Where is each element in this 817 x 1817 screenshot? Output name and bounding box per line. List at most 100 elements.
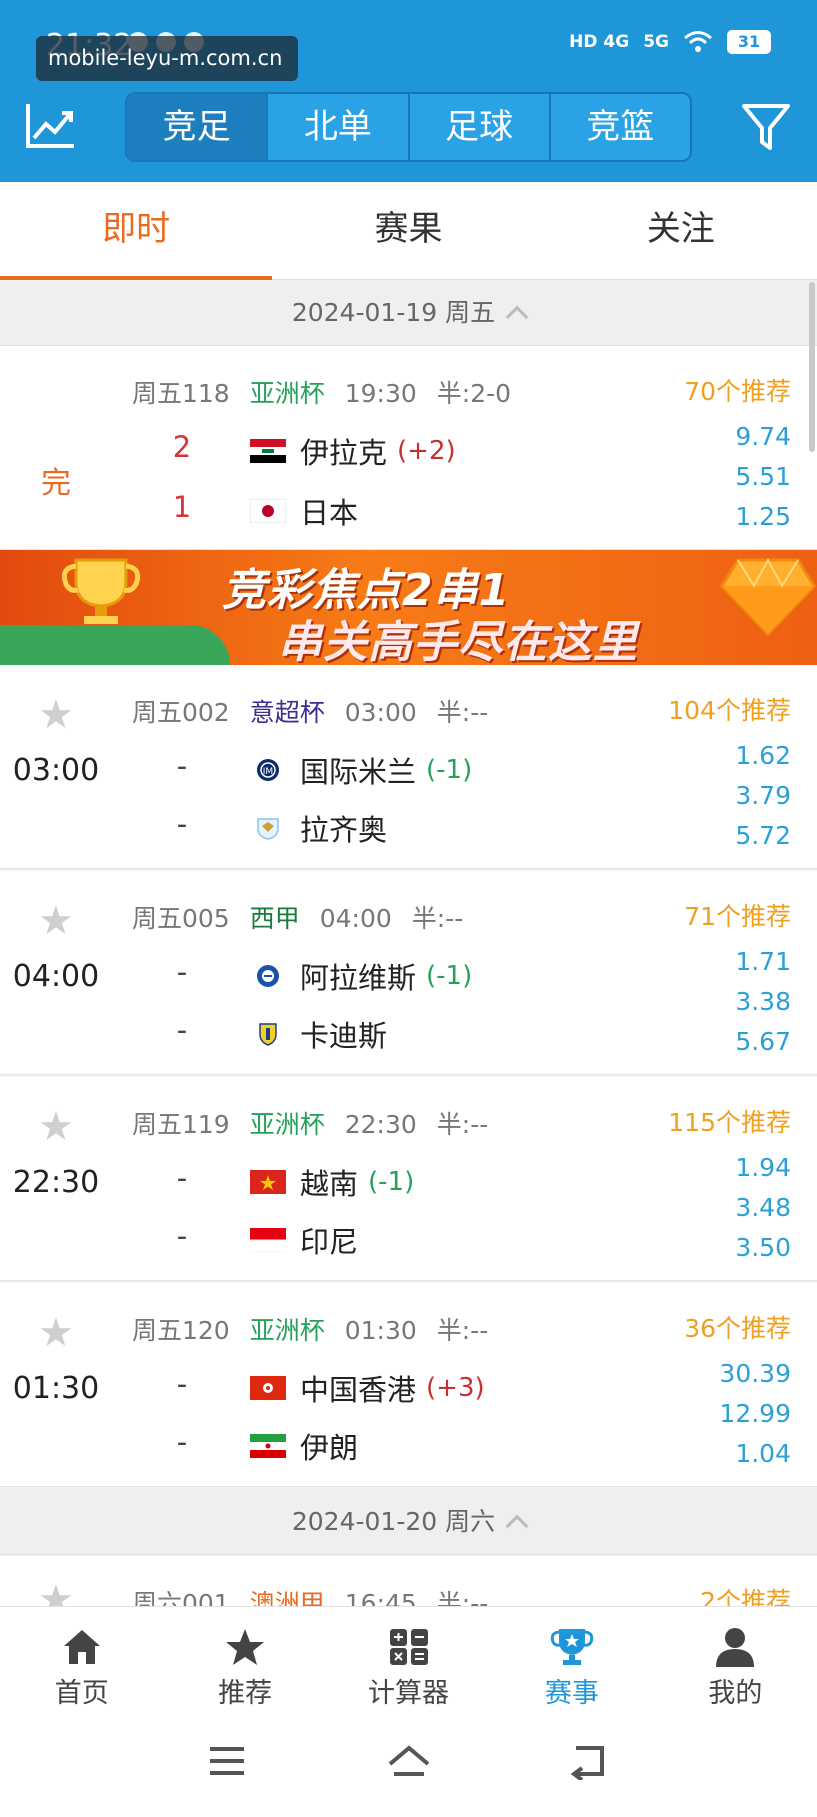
nav-recommend-label: 推荐 [218, 1678, 273, 1709]
tab-live[interactable]: 即时 [0, 182, 273, 281]
favorite-star-icon[interactable]: ★ [38, 901, 74, 941]
recommend-count[interactable]: 2个推荐 [700, 1582, 791, 1606]
odds-loss[interactable]: 3.50 [735, 1233, 791, 1262]
half-score: 半:-- [411, 904, 464, 933]
nav-home[interactable]: 首页 [0, 1607, 163, 1714]
handicap: (+3) [426, 1373, 485, 1403]
trend-chart-icon[interactable] [24, 100, 78, 152]
bottom-navigation: 首页 推荐 计算器 赛事 我的 [0, 1606, 817, 1714]
kickoff-time: 16:45 [344, 1589, 417, 1606]
wifi-icon [684, 31, 712, 52]
recommend-count[interactable]: 115个推荐 [668, 1103, 791, 1139]
odds-win[interactable]: 1.71 [735, 947, 791, 976]
match-card[interactable]: ★ 03:00 周五002 意超杯 03:00 半:-- 104个推荐 - - IM … [0, 665, 817, 869]
odds-draw[interactable]: 3.79 [735, 781, 791, 810]
odds-win[interactable]: 30.39 [719, 1359, 791, 1388]
recommend-count[interactable]: 71个推荐 [684, 897, 791, 933]
scrollbar[interactable] [809, 282, 815, 452]
diamond-icon [720, 557, 816, 636]
tab-results[interactable]: 赛果 [272, 182, 544, 279]
match-card[interactable]: ★ 04:00 周五005 西甲 04:00 半:-- 71个推荐 - - 阿拉维斯 … [0, 871, 817, 1075]
half-score: 半:-- [436, 1589, 489, 1606]
segment-beidan[interactable]: 北单 [266, 94, 407, 160]
nav-profile[interactable]: 我的 [654, 1607, 817, 1714]
half-score: 半:2-0 [436, 379, 512, 408]
segment-basketball[interactable]: 竞篮 [548, 94, 690, 160]
odds-win[interactable]: 1.62 [735, 741, 791, 770]
favorite-star-icon[interactable]: ★ [38, 1313, 74, 1353]
japan-flag-icon [250, 499, 286, 523]
favorite-star-icon[interactable]: ★ [38, 1107, 74, 1147]
nav-calculator[interactable]: 计算器 [327, 1607, 490, 1714]
segment-jingzu[interactable]: 竞足 [127, 94, 267, 160]
star-icon [226, 1629, 265, 1665]
match-card[interactable]: 完 周五118 亚洲杯 19:30 半:2-0 70个推荐 2 1 伊拉克 (+2) … [0, 346, 817, 550]
recommend-count[interactable]: 70个推荐 [684, 372, 791, 408]
away-score: 1 [172, 490, 192, 524]
lazio-logo-icon [257, 818, 279, 840]
menu-icon[interactable] [208, 1744, 246, 1778]
promo-banner[interactable]: 竞彩焦点2串1 串关高手尽在这里 [0, 550, 817, 665]
recommend-count[interactable]: 36个推荐 [684, 1309, 791, 1345]
kickoff-time: 22:30 [344, 1110, 417, 1139]
calculator-icon [389, 1629, 428, 1665]
home-team: 越南 (-1) [250, 1161, 414, 1203]
date-header[interactable]: 2024-01-20 周六 [0, 1489, 817, 1555]
league-name: 亚洲杯 [249, 1316, 325, 1345]
half-score: 半:-- [436, 698, 489, 727]
system-navigation-bar [0, 1714, 817, 1817]
half-score: 半:-- [436, 1110, 489, 1139]
segment-football[interactable]: 足球 [407, 94, 549, 160]
nav-events[interactable]: 赛事 [490, 1607, 653, 1714]
odds-draw[interactable]: 3.48 [735, 1193, 791, 1222]
odds-loss[interactable]: 1.25 [735, 502, 791, 531]
alaves-logo-icon [257, 965, 279, 987]
odds-draw[interactable]: 5.51 [735, 462, 791, 491]
half-score: 半:-- [436, 1316, 489, 1345]
indonesia-flag-icon [250, 1228, 286, 1252]
match-status: 01:30 [12, 1371, 100, 1406]
match-meta: 周五118 亚洲杯 19:30 半:2-0 [132, 374, 511, 410]
handicap: (+2) [397, 436, 456, 466]
user-icon [716, 1628, 755, 1667]
home-button-icon[interactable] [386, 1744, 432, 1782]
match-code: 周六001 [132, 1589, 230, 1606]
recommend-count[interactable]: 104个推荐 [668, 691, 791, 727]
match-status: 完 [41, 466, 71, 501]
odds-loss[interactable]: 1.04 [735, 1439, 791, 1468]
league-name: 西甲 [249, 904, 300, 933]
nav-recommend[interactable]: 推荐 [163, 1607, 326, 1714]
home-score: - [176, 1367, 188, 1401]
away-team: 印尼 [250, 1219, 358, 1261]
favorite-star-icon[interactable]: ★ [38, 1580, 74, 1606]
away-score: - [176, 1219, 188, 1253]
match-code: 周五005 [132, 904, 230, 933]
filter-icon[interactable] [740, 102, 792, 152]
chevron-up-icon [505, 1514, 529, 1538]
nav-profile-label: 我的 [708, 1678, 763, 1709]
date-header[interactable]: 2024-01-19 周五 [0, 280, 817, 346]
nav-events-label: 赛事 [544, 1678, 599, 1709]
app-header: 21:32 HD 4G 5G 31 mobile-leyu-m.com.cn 竞… [0, 0, 817, 182]
chevron-up-icon [505, 305, 529, 329]
odds-win[interactable]: 1.94 [735, 1153, 791, 1182]
match-card[interactable]: ★ 周六001 澳洲甲 16:45 半:-- 2个推荐 [0, 1556, 817, 1606]
trophy-icon [550, 1629, 594, 1665]
odds-loss[interactable]: 5.67 [735, 1027, 791, 1056]
odds-draw[interactable]: 12.99 [719, 1399, 791, 1428]
away-score: - [176, 807, 188, 841]
away-score: - [176, 1013, 188, 1047]
odds-loss[interactable]: 5.72 [735, 821, 791, 850]
away-team: 日本 [250, 490, 358, 532]
tab-following[interactable]: 关注 [545, 182, 817, 279]
favorite-star-icon[interactable]: ★ [38, 695, 74, 735]
match-card[interactable]: ★ 01:30 周五120 亚洲杯 01:30 半:-- 36个推荐 - - 中国香港… [0, 1283, 817, 1487]
odds-draw[interactable]: 3.38 [735, 987, 791, 1016]
date-label: 2024-01-19 周五 [291, 298, 496, 327]
match-meta: 周五119 亚洲杯 22:30 半:-- [132, 1105, 488, 1141]
league-name: 意超杯 [249, 698, 325, 727]
match-card[interactable]: ★ 22:30 周五119 亚洲杯 22:30 半:-- 115个推荐 - - 越南 … [0, 1077, 817, 1281]
back-icon[interactable] [568, 1744, 608, 1780]
odds-win[interactable]: 9.74 [735, 422, 791, 451]
kickoff-time: 19:30 [344, 379, 417, 408]
